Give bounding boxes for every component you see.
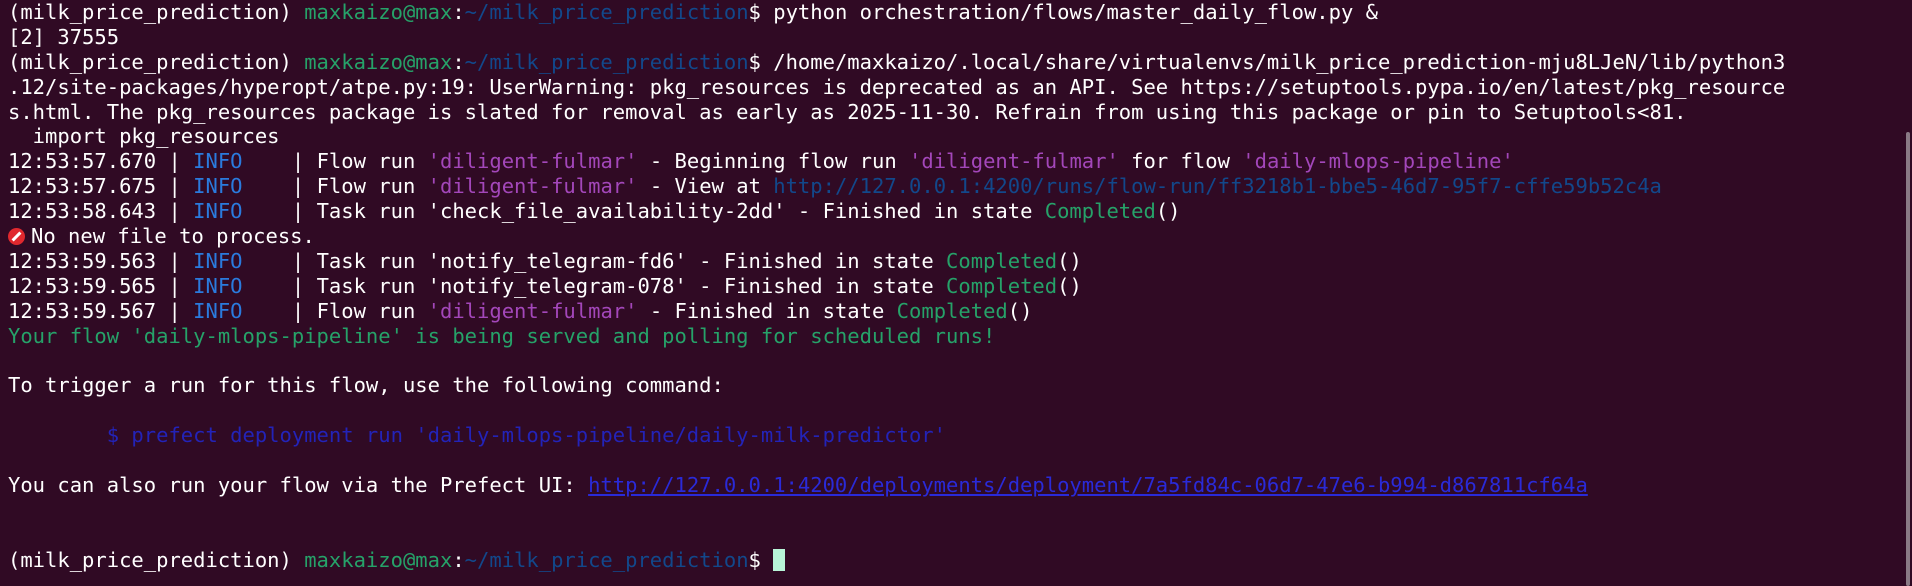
terminal-window[interactable]: (milk_price_prediction) maxkaizo@max:~/m… xyxy=(0,0,1900,586)
text-cursor xyxy=(773,548,786,571)
log-line: 12:53:57.670 | INFO | Flow run 'diligent… xyxy=(8,149,1514,174)
scrollbar[interactable] xyxy=(1906,132,1910,586)
deployment-command: $ prefect deployment run 'daily-mlops-pi… xyxy=(8,423,946,448)
state-completed: Completed xyxy=(896,298,1008,323)
output-text: /home/maxkaizo/.local/share/virtualenvs/… xyxy=(773,49,1786,74)
log-line: 12:53:58.643 | INFO | Task run 'check_fi… xyxy=(8,199,1181,224)
state-completed: Completed xyxy=(946,273,1058,298)
prompt-userhost: maxkaizo@max xyxy=(304,0,453,24)
prompt-userhost: maxkaizo@max xyxy=(304,49,453,74)
log-level: INFO xyxy=(193,174,243,199)
log-level: INFO xyxy=(193,248,243,273)
terminal-line: .12/site-packages/hyperopt/atpe.py:19: U… xyxy=(8,74,1786,99)
log-line: 12:53:57.675 | INFO | Flow run 'diligent… xyxy=(8,174,1662,199)
flow-run-name: 'diligent-fulmar' xyxy=(909,149,1119,174)
flow-run-name: 'diligent-fulmar' xyxy=(427,149,638,174)
terminal-line: import pkg_resources xyxy=(8,124,280,149)
served-message: Your flow 'daily-mlops-pipeline' is bein… xyxy=(8,323,996,348)
state-completed: Completed xyxy=(946,248,1058,273)
command-text: python orchestration/flows/master_daily_… xyxy=(773,0,1378,24)
prompt-userhost: maxkaizo@max xyxy=(304,547,453,572)
terminal-line: [2] 37555 xyxy=(8,24,120,49)
terminal-line: s.html. The pkg_resources package is sla… xyxy=(8,99,1687,124)
log-level: INFO xyxy=(193,199,243,224)
prompt-path: ~/milk_price_prediction xyxy=(464,547,749,572)
terminal-line: (milk_price_prediction) maxkaizo@max:~/m… xyxy=(8,0,1378,24)
flow-run-name: 'diligent-fulmar' xyxy=(427,174,638,199)
prompt-path: ~/milk_price_prediction xyxy=(464,0,749,24)
log-level: INFO xyxy=(193,149,243,174)
flow-run-name: 'diligent-fulmar' xyxy=(427,298,638,323)
no-entry-icon xyxy=(8,228,25,246)
flow-name: 'daily-mlops-pipeline' xyxy=(1242,149,1514,174)
state-completed: Completed xyxy=(1044,199,1156,224)
terminal-line: You can also run your flow via the Prefe… xyxy=(8,472,1588,497)
prompt-path: ~/milk_price_prediction xyxy=(464,49,749,74)
log-line: 12:53:59.565 | INFO | Task run 'notify_t… xyxy=(8,273,1082,298)
log-level: INFO xyxy=(193,273,243,298)
deployment-link[interactable]: http://127.0.0.1:4200/deployments/deploy… xyxy=(588,473,1588,497)
log-line: 12:53:59.567 | INFO | Flow run 'diligent… xyxy=(8,298,1033,323)
flow-run-link[interactable]: http://127.0.0.1:4200/runs/flow-run/ff32… xyxy=(773,174,1662,198)
log-line: 12:53:59.563 | INFO | Task run 'notify_t… xyxy=(8,248,1082,273)
terminal-line: No new file to process. xyxy=(8,224,1900,249)
terminal-prompt[interactable]: (milk_price_prediction) maxkaizo@max:~/m… xyxy=(8,548,1900,573)
log-level: INFO xyxy=(193,298,243,323)
terminal-line: (milk_price_prediction) maxkaizo@max:~/m… xyxy=(8,49,1786,74)
terminal-line: To trigger a run for this flow, use the … xyxy=(8,373,724,398)
